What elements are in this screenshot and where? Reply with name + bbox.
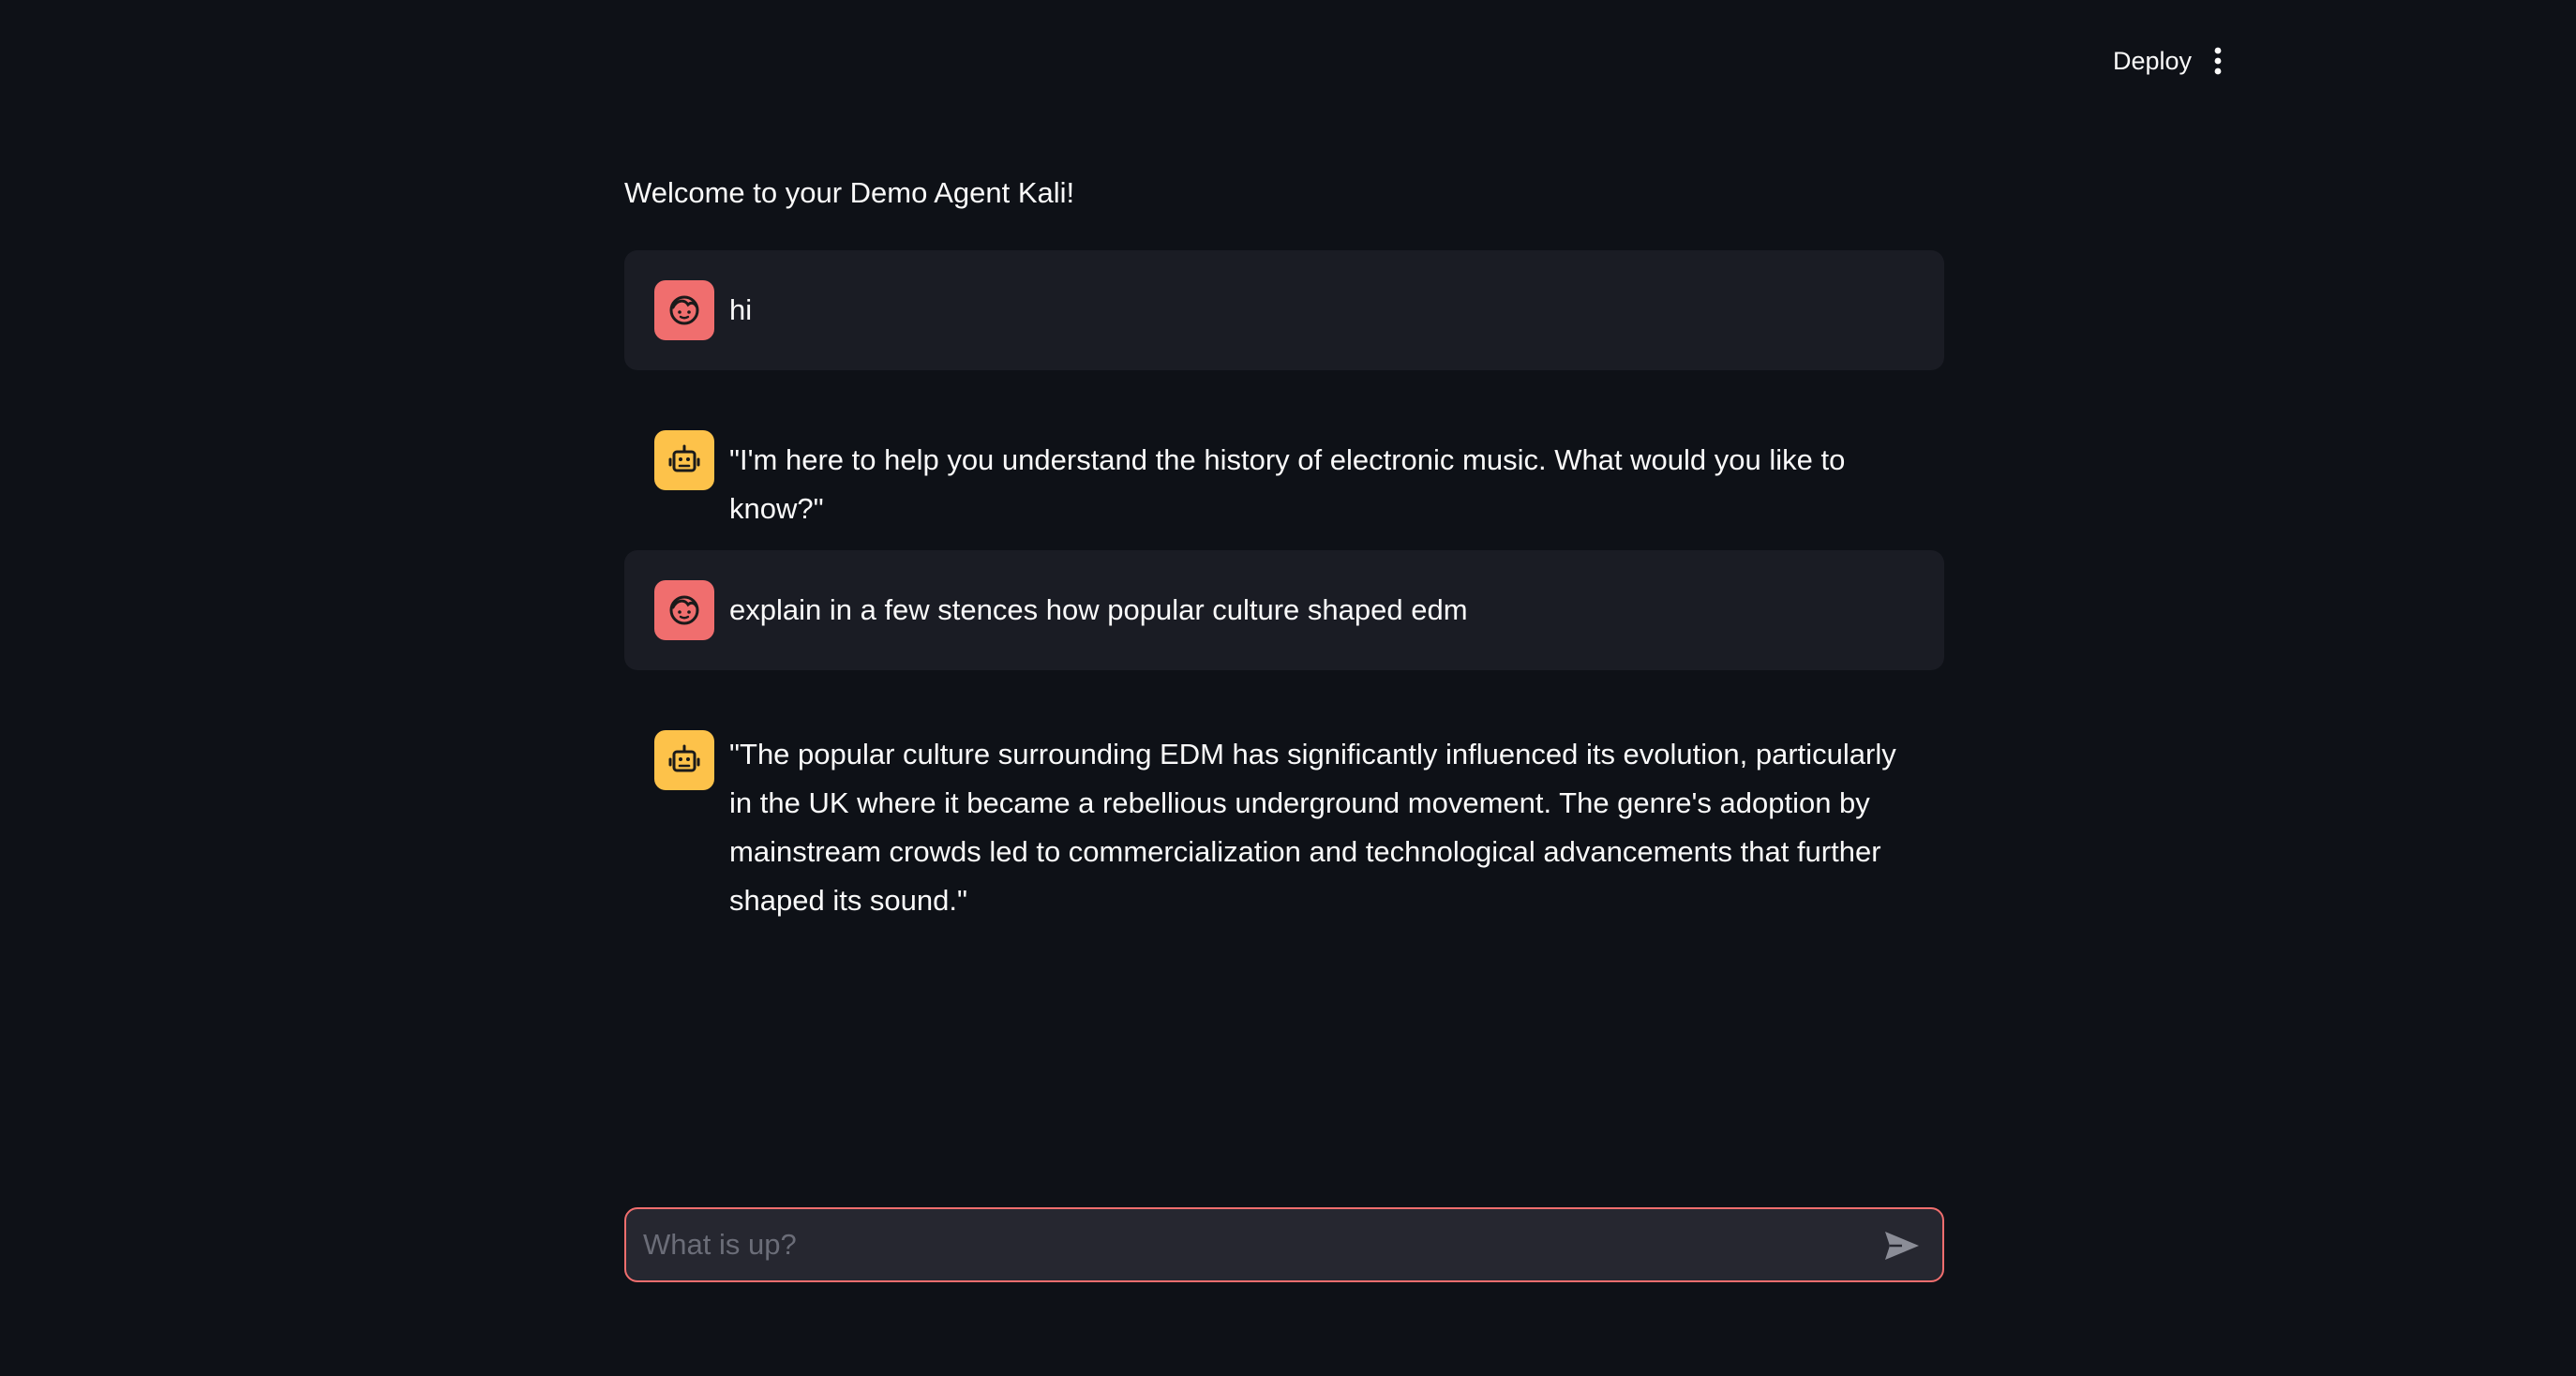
message-text: "I'm here to help you understand the his… [729,443,1853,525]
deploy-button[interactable]: Deploy [2113,41,2192,81]
chat-message-user: explain in a few stences how popular cul… [624,550,1944,670]
main-menu-button[interactable] [2199,41,2237,81]
chat-message-assistant: "The popular culture surrounding EDM has… [624,700,1944,935]
user-face-icon [669,595,699,625]
more-vertical-icon [2214,47,2222,75]
chat-message-assistant: "I'm here to help you understand the his… [624,400,1944,525]
message-text: "The popular culture surrounding EDM has… [729,738,1905,917]
assistant-avatar [654,730,714,790]
send-icon [1885,1232,1919,1260]
top-header: Deploy [0,0,2576,122]
chat-input[interactable] [641,1209,1858,1280]
user-avatar [654,580,714,640]
assistant-avatar [654,430,714,490]
robot-icon [668,744,700,772]
chat-input-box [624,1207,1944,1282]
streamlit-app: Deploy Welcome to your Demo Agent Kali! [0,0,2576,1376]
send-button[interactable] [1879,1222,1925,1269]
robot-icon [668,444,700,472]
message-text: explain in a few stences how popular cul… [729,593,1468,626]
user-avatar [654,280,714,340]
chat-message-user: hi [624,250,1944,370]
message-text: hi [729,293,753,326]
welcome-text: Welcome to your Demo Agent Kali! [624,176,1075,209]
user-face-icon [669,295,699,325]
